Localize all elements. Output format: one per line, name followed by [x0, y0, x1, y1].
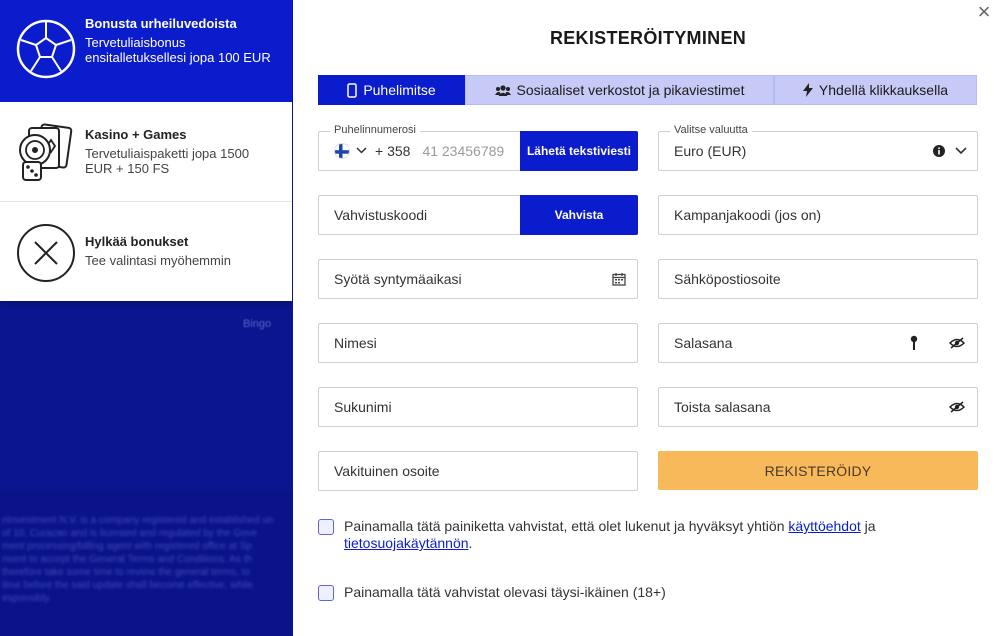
terms-text-after: . — [468, 535, 473, 551]
verification-code-placeholder: Vahvistuskoodi — [334, 207, 428, 223]
age-confirm-text: Painamalla tätä vahvistat olevasi täysi-… — [344, 584, 666, 600]
first-name-field[interactable]: Nimesi — [318, 323, 638, 363]
tab-label: Yhdellä klikkauksella — [818, 82, 949, 98]
address-placeholder: Vakituinen osoite — [334, 463, 440, 479]
repeat-password-placeholder: Toista salasana — [674, 399, 771, 415]
verification-code-field[interactable]: Vahvistuskoodi Vahvista — [318, 195, 638, 235]
bonus-subtitle: Tervetuliaispaketti jopa 1500 EUR + 150 … — [85, 146, 250, 176]
registration-tabs: Puhelimitse Sosiaaliset verkostot ja pik… — [318, 75, 977, 105]
country-code: + 358 — [375, 143, 411, 159]
bonus-reject-option[interactable]: Hylkää bonukset Tee valintasi myöhemmin — [0, 203, 292, 301]
age-checkbox-row: Painamalla tätä vahvistat olevasi täysi-… — [318, 584, 904, 601]
terms-checkbox-row: Painamalla tätä painiketta vahvistat, et… — [318, 518, 904, 552]
phone-number-field[interactable]: Puhelinnumerosi + 358 41 23456789 Lähetä… — [318, 124, 638, 171]
repeat-password-field[interactable]: Toista salasana — [658, 387, 978, 427]
currency-label: Valitse valuutta — [670, 124, 752, 136]
finland-flag-icon[interactable] — [334, 143, 350, 159]
bonus-subtitle: Tee valintasi myöhemmin — [85, 253, 231, 268]
chevron-down-icon[interactable] — [356, 146, 367, 157]
tab-social-networks[interactable]: Sosiaaliset verkostot ja pikaviestimet — [465, 75, 774, 105]
terms-of-use-link[interactable]: käyttöehdot — [788, 518, 860, 534]
bonus-subtitle: Tervetuliaisbonus ensitalletuksellesi jo… — [85, 35, 271, 65]
bonus-title: Bonusta urheiluvedoista — [85, 16, 237, 31]
modal-title: REKISTERÖITYMINEN — [549, 28, 747, 48]
birthdate-placeholder: Syötä syntymäaikasi — [334, 271, 462, 287]
birthdate-field[interactable]: Syötä syntymäaikasi — [318, 259, 638, 299]
bonus-panel: Bonusta urheiluvedoista Tervetuliaisbonu… — [0, 0, 292, 301]
bonus-title: Kasino + Games — [85, 127, 187, 142]
registration-modal: × REKISTERÖITYMINEN Puhelimitse Sosiaali… — [293, 0, 1000, 636]
bonus-casino-text: Kasino + Games Tervetuliaispaketti jopa … — [85, 127, 280, 176]
address-field[interactable]: Vakituinen osoite — [318, 451, 638, 491]
bonus-title: Hylkää bonukset — [85, 234, 189, 249]
background-bingo-label: Bingo — [243, 318, 272, 330]
phone-label: Puhelinnumerosi — [330, 124, 420, 136]
terms-text-mid: ja — [860, 518, 876, 534]
users-icon — [494, 84, 511, 96]
terms-checkbox[interactable] — [318, 519, 334, 535]
terms-text: Painamalla tätä painiketta vahvistat, et… — [344, 518, 904, 552]
tab-label: Puhelimitse — [363, 82, 436, 98]
bonus-sports-text: Bonusta urheiluvedoista Tervetuliaisbonu… — [85, 16, 280, 65]
password-placeholder: Salasana — [674, 335, 733, 351]
eye-slash-icon[interactable] — [949, 335, 965, 351]
x-circle-icon — [15, 222, 77, 284]
currency-value: Euro (EUR) — [674, 143, 747, 159]
bonus-sports-option[interactable]: Bonusta urheiluvedoista Tervetuliaisbonu… — [0, 0, 292, 102]
password-field[interactable]: Salasana — [658, 323, 978, 363]
email-field[interactable]: Sähköpostiosoite — [658, 259, 978, 299]
phone-icon — [347, 82, 358, 98]
bonus-reject-text: Hylkää bonukset Tee valintasi myöhemmin — [85, 234, 280, 268]
chevron-down-icon[interactable] — [953, 143, 969, 159]
promo-code-field[interactable]: Kampanjakoodi (jos on) — [658, 195, 978, 235]
verify-button[interactable]: Vahvista — [520, 195, 638, 235]
tab-label: Sosiaaliset verkostot ja pikaviestimet — [516, 82, 745, 98]
calendar-icon[interactable] — [611, 271, 627, 287]
last-name-placeholder: Sukunimi — [334, 399, 392, 415]
key-icon[interactable] — [906, 335, 922, 351]
send-sms-button[interactable]: Lähetä tekstiviesti — [520, 131, 638, 171]
first-name-placeholder: Nimesi — [334, 335, 377, 351]
bonus-casino-option[interactable]: Kasino + Games Tervetuliaispaketti jopa … — [0, 102, 292, 202]
bolt-icon — [802, 83, 813, 97]
tab-one-click[interactable]: Yhdellä klikkauksella — [774, 75, 977, 105]
terms-text-before: Painamalla tätä painiketta vahvistat, et… — [344, 518, 789, 534]
casino-cards-dice-icon — [15, 122, 77, 184]
close-icon[interactable]: × — [974, 1, 994, 23]
eye-slash-icon[interactable] — [949, 399, 965, 415]
tab-phone[interactable]: Puhelimitse — [318, 75, 465, 105]
age-checkbox[interactable] — [318, 585, 334, 601]
currency-select[interactable]: Valitse valuutta Euro (EUR) — [658, 124, 978, 171]
info-icon[interactable] — [931, 143, 947, 159]
promo-code-placeholder: Kampanjakoodi (jos on) — [674, 207, 822, 223]
soccer-ball-icon — [15, 18, 77, 80]
last-name-field[interactable]: Sukunimi — [318, 387, 638, 427]
privacy-policy-link[interactable]: tietosuojakäytännön — [344, 535, 469, 551]
register-button[interactable]: REKISTERÖIDY — [658, 451, 978, 490]
phone-placeholder: 41 23456789 — [422, 143, 505, 159]
email-placeholder: Sähköpostiosoite — [674, 271, 781, 287]
background-footer-text: nInvestment N.V. is a company registered… — [2, 515, 274, 604]
